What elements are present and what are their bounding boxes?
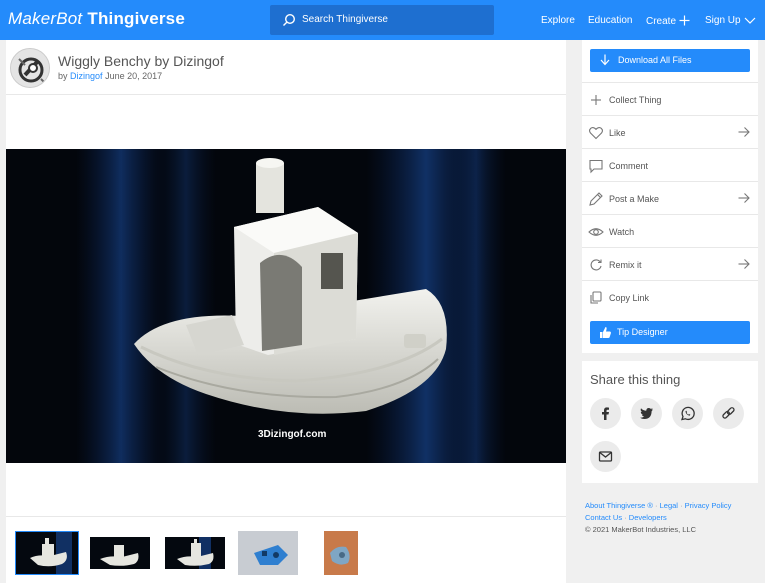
thumbnail-image: [324, 531, 358, 575]
author-link[interactable]: Dizingof: [70, 71, 103, 81]
thumbnail-3[interactable]: [165, 531, 225, 575]
action-label: Like: [609, 128, 626, 138]
plus-icon: [591, 95, 601, 105]
thumbnail-image: [165, 531, 225, 575]
watch-action[interactable]: Watch: [582, 214, 758, 247]
footer-privacy-link[interactable]: Privacy Policy: [685, 501, 732, 510]
footer-row-2: Contact Us · Developers: [585, 512, 761, 524]
share-twitter-button[interactable]: [631, 398, 662, 429]
footer-legal-link[interactable]: Legal: [660, 501, 678, 510]
download-all-files-button[interactable]: Download All Files: [590, 49, 750, 72]
search-box[interactable]: Search Thingiverse: [270, 5, 494, 35]
thumbnail-5[interactable]: [324, 531, 358, 575]
action-label: Remix it: [609, 260, 642, 270]
share-copy-link-button[interactable]: [713, 398, 744, 429]
share-email-button[interactable]: [590, 441, 621, 472]
action-label: Post a Make: [609, 194, 660, 204]
thumbs-up-icon: [600, 327, 611, 338]
footer-row-1: About Thingiverse ® · Legal · Privacy Po…: [585, 500, 761, 512]
separator: ·: [624, 513, 627, 522]
comment-action[interactable]: Comment: [582, 148, 758, 181]
thing-byline: by Dizingof June 20, 2017: [58, 71, 162, 81]
nav-create-label: Create: [646, 16, 677, 27]
nav-education[interactable]: Education: [588, 15, 632, 26]
thumbnail-image: [16, 532, 78, 574]
logo-brand: MakerBot: [8, 9, 83, 28]
action-label: Comment: [609, 161, 649, 171]
avatar-logo-icon: [11, 49, 49, 87]
search-icon: [283, 13, 296, 26]
image-watermark: 3Dizingof.com: [258, 429, 327, 440]
action-label: Copy Link: [609, 293, 650, 303]
thing-main-panel: Wiggly Benchy by Dizingof by Dizingof Ju…: [6, 40, 566, 583]
nav-sign-up-label: Sign Up: [705, 15, 741, 26]
separator: ·: [655, 501, 658, 510]
thing-title: Wiggly Benchy by Dizingof: [58, 53, 224, 69]
share-panel: Share this thing: [582, 361, 758, 483]
logo-product: Thingiverse: [87, 9, 185, 28]
thumbnail-image: [238, 531, 298, 575]
action-label: Watch: [609, 227, 635, 237]
post-a-make-action[interactable]: Post a Make: [582, 181, 758, 214]
tip-designer-button[interactable]: Tip Designer: [590, 321, 750, 344]
nav-sign-up[interactable]: Sign Up: [705, 15, 756, 26]
nav-explore[interactable]: Explore: [541, 15, 575, 26]
search-input[interactable]: Search Thingiverse: [302, 14, 388, 25]
link-icon: [590, 291, 602, 304]
arrow-right-icon: [738, 127, 750, 137]
link-icon: [722, 407, 735, 419]
thing-actions-sidebar: Download All Files Collect Thing Like Co…: [582, 40, 758, 353]
comment-icon: [589, 159, 603, 174]
thumbnail-4[interactable]: [238, 531, 298, 575]
whatsapp-icon: [681, 406, 695, 421]
copy-link-action[interactable]: Copy Link: [582, 280, 758, 313]
nav-create[interactable]: Create: [646, 15, 690, 27]
action-label: Collect Thing: [609, 95, 662, 105]
facebook-icon: [602, 407, 609, 420]
divider: [6, 516, 566, 517]
remix-icon: [590, 259, 602, 271]
designer-avatar[interactable]: [10, 48, 50, 88]
footer-about-link[interactable]: About Thingiverse ®: [585, 501, 653, 510]
share-facebook-button[interactable]: [590, 398, 621, 429]
remix-it-action[interactable]: Remix it: [582, 247, 758, 280]
download-icon: [600, 54, 610, 66]
footer-developers-link[interactable]: Developers: [629, 513, 667, 522]
share-title: Share this thing: [590, 372, 681, 387]
page-footer: About Thingiverse ® · Legal · Privacy Po…: [585, 500, 761, 536]
plus-icon: [679, 15, 690, 26]
arrow-right-icon: [738, 259, 750, 269]
eye-icon: [588, 228, 604, 236]
thumbnail-image: [90, 531, 150, 575]
publish-date: June 20, 2017: [105, 71, 163, 81]
top-navigation-bar: MakerBot Thingiverse Search Thingiverse E…: [0, 0, 765, 40]
byline-prefix: by: [58, 71, 68, 81]
download-label: Download All Files: [618, 55, 692, 65]
heart-icon: [589, 127, 603, 140]
thingiverse-logo[interactable]: MakerBot Thingiverse: [8, 9, 185, 29]
separator: ·: [680, 501, 683, 510]
share-whatsapp-button[interactable]: [672, 398, 703, 429]
thumbnail-1[interactable]: [15, 531, 79, 575]
thumbnail-2[interactable]: [90, 531, 150, 575]
tip-designer-label: Tip Designer: [617, 327, 668, 337]
like-action[interactable]: Like: [582, 115, 758, 148]
chevron-down-icon: [744, 17, 756, 24]
arrow-right-icon: [738, 193, 750, 203]
footer-contact-link[interactable]: Contact Us: [585, 513, 622, 522]
main-thing-image[interactable]: 3Dizingof.com: [6, 149, 566, 463]
divider: [6, 94, 566, 95]
benchy-render-image: [6, 149, 566, 463]
twitter-icon: [640, 408, 653, 419]
pencil-icon: [589, 192, 603, 206]
footer-copyright: © 2021 MakerBot Industries, LLC: [585, 525, 696, 534]
email-icon: [598, 451, 613, 462]
collect-thing-action[interactable]: Collect Thing: [582, 82, 758, 115]
